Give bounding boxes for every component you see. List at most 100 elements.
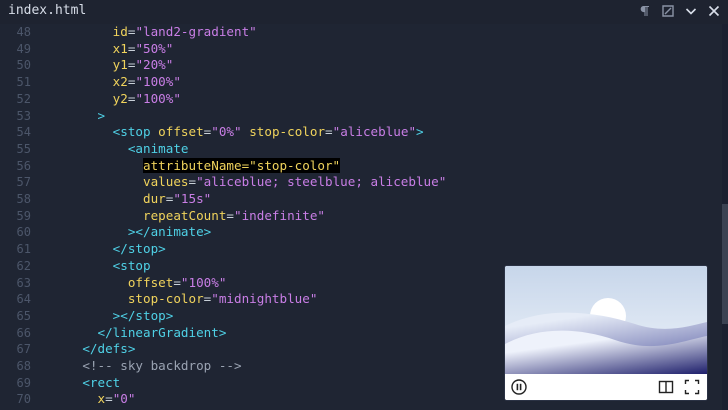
code-text: <rect <box>52 375 120 392</box>
code-token: "0%" <box>211 124 242 140</box>
code-token: "100%" <box>180 274 227 290</box>
code-token: y1 <box>112 57 128 73</box>
pause-icon[interactable] <box>511 379 527 395</box>
code-token: "15s" <box>173 191 212 206</box>
code-line[interactable]: 49 x1="50%" <box>0 41 722 58</box>
code-token: offset <box>127 274 174 290</box>
line-number: 68 <box>16 359 31 373</box>
code-text: x1="50%" <box>52 41 174 58</box>
code-line[interactable]: 55 <animate <box>0 141 722 158</box>
title-bar: index.html <box>0 0 728 25</box>
code-text: attributeName="stop-color" <box>52 157 341 175</box>
line-number: 66 <box>16 325 31 340</box>
line-number: 62 <box>16 258 31 273</box>
code-token: "0" <box>112 391 136 407</box>
code-line[interactable]: 57 values="aliceblue; steelblue; alicebl… <box>0 174 722 191</box>
code-line[interactable]: 60 ></animate> <box>0 224 722 241</box>
code-line[interactable]: 59 repeatCount="indefinite" <box>0 208 722 225</box>
code-token: "100%" <box>135 74 181 90</box>
split-view-icon[interactable] <box>658 379 674 395</box>
code-line[interactable]: 50 y1="20%" <box>0 57 722 74</box>
code-line[interactable]: 54 <stop offset="0%" stop-color="alicebl… <box>0 124 722 141</box>
line-number: 60 <box>16 225 31 240</box>
preview-window[interactable] <box>505 266 707 400</box>
code-line[interactable]: 51 x2="100%" <box>0 74 722 91</box>
line-number: 63 <box>16 275 31 290</box>
line-number: 65 <box>16 308 31 323</box>
code-line[interactable]: 61 </stop> <box>0 241 722 258</box>
code-token: values <box>143 174 189 190</box>
preview-controls <box>505 374 707 400</box>
code-text: id="land2-gradient" <box>52 24 257 41</box>
line-number: 49 <box>16 41 31 56</box>
scrollbar-thumb[interactable] <box>722 204 728 324</box>
code-token: = <box>105 391 113 407</box>
fullscreen-icon[interactable] <box>684 379 700 395</box>
line-number: 59 <box>16 208 31 223</box>
code-line[interactable]: 56 attributeName="stop-color" <box>0 157 722 175</box>
line-number: 58 <box>16 192 31 206</box>
window-title: index.html <box>8 3 87 18</box>
code-token: = <box>325 124 333 140</box>
code-token: id <box>112 24 128 39</box>
line-number: 57 <box>16 175 31 190</box>
code-text: </defs> <box>52 341 135 358</box>
code-token: <animate <box>127 140 189 156</box>
line-number: 55 <box>16 141 31 156</box>
code-text: dur="15s" <box>52 191 211 208</box>
code-text: x2="100%" <box>52 74 181 91</box>
line-number: 52 <box>16 91 31 106</box>
line-number: 54 <box>16 125 31 140</box>
code-token: stop-color <box>249 124 326 140</box>
code-line[interactable]: 58 dur="15s" <box>0 191 722 208</box>
code-text: <stop <box>52 258 151 275</box>
code-token: stop-color <box>127 291 204 307</box>
vertical-scrollbar[interactable] <box>722 24 728 410</box>
tag-icon[interactable] <box>660 3 676 19</box>
code-text: y2="100%" <box>52 91 181 108</box>
line-number: 53 <box>16 108 31 123</box>
code-token: ></animate> <box>127 224 212 240</box>
code-token: "20%" <box>135 57 174 73</box>
chevron-down-icon[interactable] <box>683 3 699 19</box>
code-token: > <box>416 124 424 140</box>
code-text: <!-- sky backdrop --> <box>52 358 241 375</box>
code-text: <animate <box>52 141 189 158</box>
code-line[interactable]: 52 y2="100%" <box>0 91 722 108</box>
code-text: > <box>52 107 106 125</box>
code-token: "indefinite" <box>234 207 325 223</box>
code-token: > <box>97 107 106 123</box>
code-line[interactable]: 48 id="land2-gradient" <box>0 24 722 41</box>
code-text: ></animate> <box>52 224 211 241</box>
line-number: 64 <box>16 292 31 307</box>
close-icon[interactable] <box>706 3 722 19</box>
code-token: = <box>188 174 197 190</box>
code-text: ></stop> <box>52 307 174 325</box>
line-number: 70 <box>16 392 31 407</box>
code-token: repeatCount <box>143 207 227 223</box>
line-number: 56 <box>16 158 31 173</box>
code-token: ></stop> <box>112 307 174 323</box>
code-token: x <box>97 391 106 407</box>
code-line[interactable]: 53 > <box>0 108 722 125</box>
code-token: <stop <box>112 257 151 273</box>
paragraph-icon[interactable] <box>637 3 653 19</box>
code-text: y1="20%" <box>52 57 174 74</box>
line-number: 51 <box>16 75 31 90</box>
code-text: </linearGradient> <box>52 325 227 342</box>
code-text: x="0" <box>52 391 136 408</box>
code-text: repeatCount="indefinite" <box>52 208 325 225</box>
